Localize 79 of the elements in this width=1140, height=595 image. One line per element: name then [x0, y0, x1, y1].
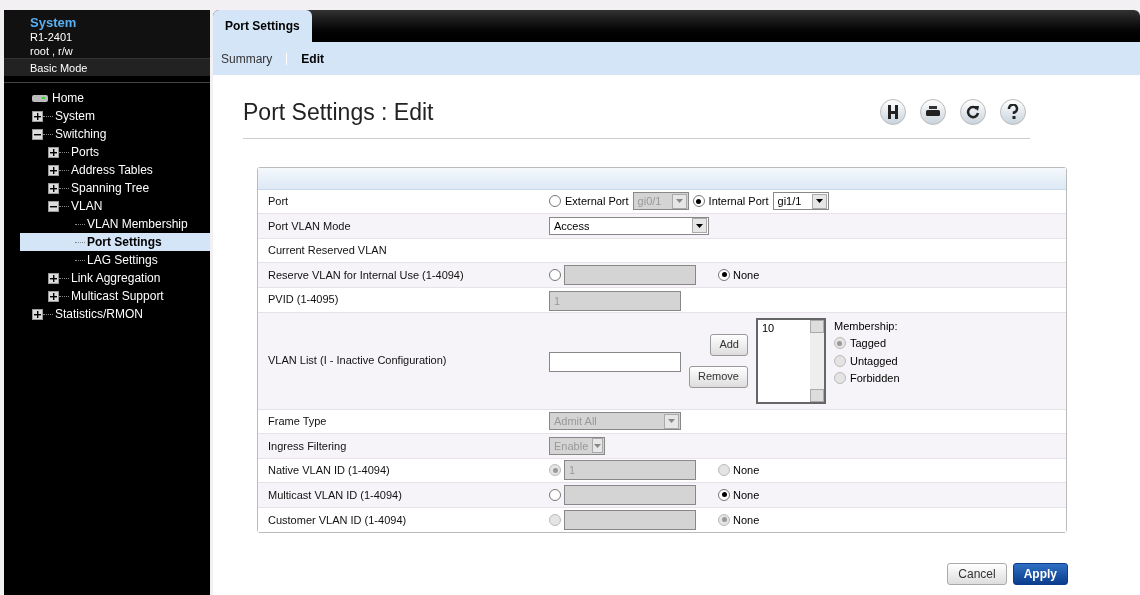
radio-label: External Port: [565, 194, 629, 209]
caret-icon: [594, 443, 602, 448]
radio-label: Tagged: [849, 336, 887, 351]
mode-label: Basic Mode: [4, 58, 210, 76]
input-field[interactable]: [549, 351, 681, 372]
field-label: Reserve VLAN for Internal Use (1-4094): [267, 267, 465, 283]
field-label: Current Reserved VLAN: [267, 243, 388, 258]
dropdown[interactable]: Access: [549, 216, 709, 235]
dropdown[interactable]: gi1/1: [772, 192, 829, 211]
caret-icon: [675, 199, 683, 204]
list-button[interactable]: Add: [710, 333, 748, 356]
collapse-icon[interactable]: [32, 128, 43, 140]
caret-icon: [668, 419, 675, 424]
radio-button[interactable]: [549, 268, 561, 281]
input-field[interactable]: [564, 509, 696, 530]
subnav-link[interactable]: Edit: [301, 49, 324, 68]
tree-item[interactable]: LAG Settings: [20, 251, 210, 269]
print-icon[interactable]: [920, 99, 946, 126]
radio-label: None: [733, 267, 760, 283]
field-label: VLAN List (I - Inactive Configuration): [267, 353, 448, 369]
field-label: Multicast VLAN ID (1-4094): [267, 487, 403, 503]
expand-icon[interactable]: [48, 164, 59, 176]
save-icon[interactable]: [880, 99, 906, 126]
apply-button[interactable]: Apply: [1012, 563, 1068, 585]
tree-item[interactable]: VLAN Membership: [20, 215, 210, 233]
expand-icon[interactable]: [48, 182, 59, 194]
user-info: root , r/w: [30, 44, 74, 58]
radio-label: None: [733, 487, 760, 503]
radio-label: Forbidden: [849, 371, 900, 386]
tree-item[interactable]: Spanning Tree: [20, 179, 210, 197]
input-field[interactable]: [564, 264, 696, 285]
radio-button[interactable]: [549, 488, 561, 501]
field-label: Customer VLAN ID (1-4094): [267, 512, 408, 528]
field-label: Port: [267, 194, 290, 209]
caret-icon: [815, 199, 823, 204]
device-icon: [32, 94, 48, 102]
tree-item[interactable]: Switching: [20, 125, 210, 143]
field-label: Ingress Filtering: [267, 438, 348, 454]
expand-icon[interactable]: [32, 308, 43, 320]
tree-item[interactable]: Address Tables: [20, 161, 210, 179]
tree-item[interactable]: Statistics/RMON: [20, 305, 210, 323]
caret-icon: [696, 223, 703, 228]
cancel-button[interactable]: Cancel: [947, 563, 1007, 585]
device-name: R1-2401: [30, 30, 74, 44]
tree-item[interactable]: Link Aggregation: [20, 269, 210, 287]
tree-item[interactable]: Port Settings: [20, 233, 210, 251]
expand-icon[interactable]: [32, 110, 43, 122]
radio-label: None: [733, 463, 760, 478]
radio-button[interactable]: [692, 195, 705, 208]
tree-item[interactable]: System: [20, 107, 210, 125]
page-title: Port Settings : Edit: [243, 98, 434, 127]
membership-label: Membership:: [833, 318, 899, 334]
list-item[interactable]: 10: [761, 319, 806, 336]
field-label: Native VLAN ID (1-4094): [267, 463, 391, 478]
radio-button[interactable]: [718, 268, 730, 281]
tree-item[interactable]: Ports: [20, 143, 210, 161]
field-label: Port VLAN Mode: [267, 218, 352, 234]
expand-icon[interactable]: [48, 290, 59, 302]
field-label: Frame Type: [267, 414, 328, 429]
radio-button[interactable]: [718, 488, 730, 501]
list-button[interactable]: Remove: [689, 365, 748, 388]
collapse-icon[interactable]: [48, 200, 59, 212]
vlan-listbox[interactable]: 10: [755, 317, 826, 404]
expand-icon[interactable]: [48, 272, 59, 284]
radio-label: Untagged: [849, 353, 898, 369]
expand-icon[interactable]: [48, 146, 59, 158]
scroll-up-button[interactable]: [809, 319, 824, 333]
radio-label: Internal Port: [708, 194, 769, 209]
sidebar-title: System: [30, 16, 78, 30]
subnav-link[interactable]: Summary: [221, 49, 273, 68]
tree-item[interactable]: VLAN: [20, 197, 210, 215]
field-label: PVID (1-4095): [267, 292, 340, 308]
help-icon[interactable]: [1000, 99, 1026, 126]
refresh-icon[interactable]: [960, 99, 986, 126]
tree-item[interactable]: Home: [20, 89, 210, 107]
radio-label: None: [733, 512, 760, 528]
tab[interactable]: Port Settings: [213, 10, 312, 42]
input-field[interactable]: [564, 484, 696, 505]
tree-item[interactable]: Multicast Support: [20, 287, 210, 305]
